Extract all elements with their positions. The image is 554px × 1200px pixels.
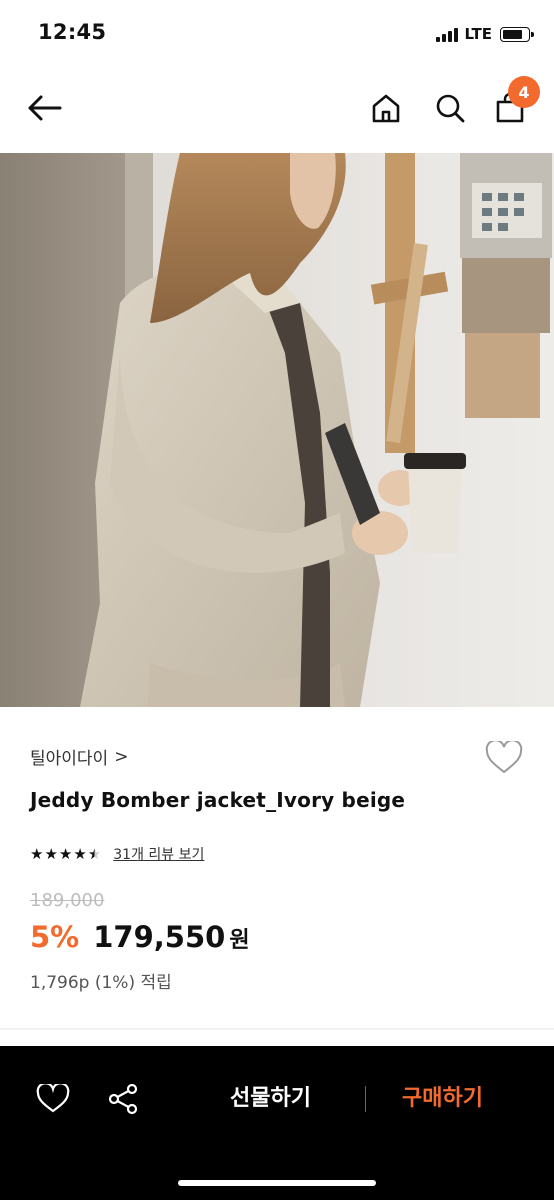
star-icon: ★ [44, 844, 58, 863]
back-button[interactable] [24, 88, 64, 128]
star-icon: ★ [73, 844, 87, 863]
heart-outline-icon [485, 741, 523, 774]
share-button[interactable] [104, 1080, 142, 1118]
currency-label: 원 [229, 928, 250, 953]
status-time: 12:45 [38, 20, 107, 44]
home-button[interactable] [366, 88, 406, 128]
status-bar: 12:45 LTE [0, 0, 554, 66]
battery-icon [500, 26, 534, 42]
signal-icon [436, 26, 459, 42]
rating-row: ★ ★ ★ ★ ★ 31개 리뷰 보기 [30, 844, 204, 864]
product-photo [0, 153, 554, 707]
gift-button[interactable]: 선물하기 [230, 1080, 311, 1118]
star-icon: ★ [87, 844, 102, 863]
star-rating: ★ ★ ★ ★ ★ [30, 844, 102, 863]
home-icon [372, 94, 400, 123]
home-indicator [178, 1180, 376, 1186]
buy-button[interactable]: 구매하기 [402, 1080, 483, 1118]
share-icon [108, 1083, 138, 1115]
chevron-right-icon: > [114, 746, 129, 767]
bottom-action-bar: 선물하기 구매하기 [0, 1046, 554, 1200]
product-title: Jeddy Bomber jacket_Ivory beige [30, 788, 406, 812]
section-divider [0, 1028, 554, 1030]
star-icon: ★ [58, 844, 73, 863]
search-button[interactable] [430, 88, 470, 128]
network-label: LTE [464, 25, 492, 43]
search-icon [436, 94, 465, 123]
bottom-wishlist-button[interactable] [34, 1080, 72, 1118]
review-link[interactable]: 31개 리뷰 보기 [113, 844, 204, 864]
sale-price: 179,550 [93, 920, 226, 954]
wishlist-button[interactable] [482, 736, 526, 780]
back-arrow-icon [28, 95, 62, 121]
cart-count-badge: 4 [508, 76, 540, 108]
button-separator [365, 1086, 366, 1112]
discount-rate: 5% [30, 920, 80, 954]
original-price-value: 189,000 [30, 890, 105, 911]
brand-name: 틸아이다이 [30, 749, 109, 769]
heart-icon [36, 1084, 70, 1113]
brand-link[interactable]: 틸아이다이 > [30, 744, 129, 770]
star-icon: ★ [30, 844, 44, 863]
reward-points: 1,796p (1%) 적립 [30, 973, 172, 993]
price-row: 5% 179,550 원 [30, 920, 250, 954]
status-indicators: LTE [436, 24, 534, 44]
product-image[interactable] [0, 153, 554, 707]
original-price: 189,000 [30, 890, 104, 911]
top-nav-bar: 4 [0, 66, 554, 152]
